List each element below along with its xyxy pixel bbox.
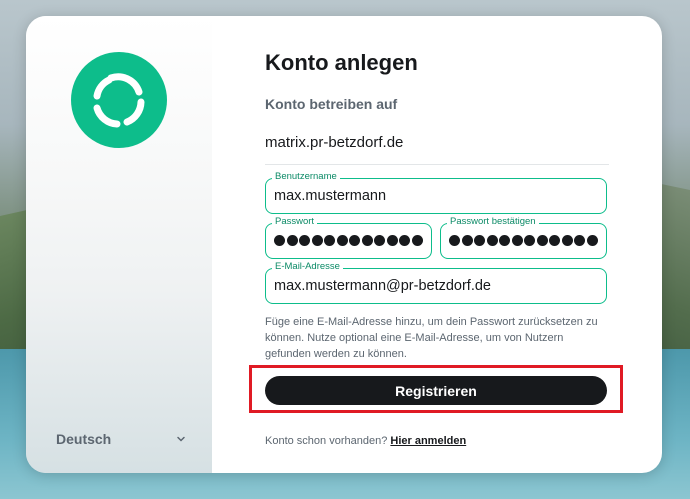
password-confirm-label: Passwort bestätigen	[447, 216, 539, 228]
password-dot	[399, 235, 410, 246]
password-dot	[499, 235, 510, 246]
login-prompt: Konto schon vorhanden? Hier anmelden	[265, 435, 466, 447]
password-dot	[411, 235, 423, 246]
sidebar: Deutsch	[26, 16, 212, 473]
password-dot	[361, 235, 373, 246]
email-hint: Füge eine E-Mail-Adresse hinzu, um dein …	[265, 316, 598, 360]
language-selector[interactable]: Deutsch	[56, 428, 186, 450]
server-value: matrix.pr-betzdorf.de	[265, 134, 404, 151]
divider	[265, 164, 609, 165]
username-field[interactable]: Benutzername max.mustermann	[265, 171, 607, 214]
password-masked-value	[274, 235, 423, 246]
password-dot	[311, 235, 323, 246]
server-label: Konto betreiben auf	[265, 96, 398, 112]
password-dot	[524, 235, 535, 246]
password-dot	[324, 235, 335, 246]
username-value: max.mustermann	[274, 188, 387, 204]
password-field[interactable]: Passwort	[265, 216, 432, 259]
password-dot	[536, 235, 548, 246]
password-dot	[461, 235, 473, 246]
page-title: Konto anlegen	[265, 50, 418, 75]
password-dot	[349, 235, 360, 246]
highlight-box	[249, 365, 623, 413]
password-dot	[374, 235, 385, 246]
password-label: Passwort	[272, 216, 318, 228]
password-dot	[561, 235, 573, 246]
language-label: Deutsch	[56, 431, 112, 447]
password-dot	[586, 235, 598, 246]
password-dot	[549, 235, 560, 246]
password-dot	[386, 235, 398, 246]
password-confirm-masked-value	[449, 235, 598, 246]
chevron-down-icon	[177, 436, 185, 442]
email-value: max.mustermann@pr-betzdorf.de	[274, 278, 491, 294]
password-confirm-field[interactable]: Passwort bestätigen	[440, 216, 607, 259]
login-prompt-text: Konto schon vorhanden?	[265, 435, 388, 447]
password-dot	[474, 235, 485, 246]
password-dot	[449, 235, 460, 246]
password-dot	[574, 235, 585, 246]
email-field[interactable]: E-Mail-Adresse max.mustermann@pr-betzdor…	[265, 261, 607, 304]
username-label: Benutzername	[272, 171, 340, 183]
password-dot	[511, 235, 523, 246]
password-dot	[286, 235, 298, 246]
password-dot	[336, 235, 348, 246]
element-logo-icon	[71, 52, 167, 148]
email-label: E-Mail-Adresse	[272, 261, 343, 273]
password-dot	[299, 235, 310, 246]
password-dot	[274, 235, 285, 246]
login-link[interactable]: Hier anmelden	[390, 435, 466, 447]
password-dot	[486, 235, 498, 246]
